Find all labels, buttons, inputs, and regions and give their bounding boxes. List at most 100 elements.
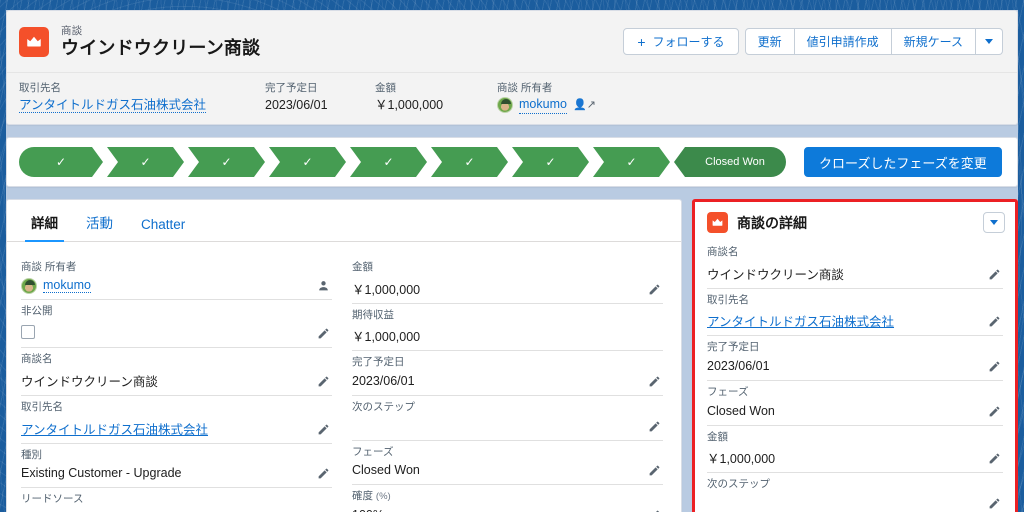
- app-viewport: 商談 ウインドウクリーン商談 + フォローする 更新 値引申請作成 新規ケース: [6, 10, 1018, 512]
- header-field-account: 取引先名 アンタイトルドガス石油株式会社: [19, 82, 265, 114]
- pencil-icon[interactable]: [648, 283, 661, 296]
- sales-path: ✓ ✓ ✓ ✓ ✓ ✓ ✓ ✓ Closed Won クローズしたフェーズを変更: [6, 137, 1018, 187]
- new-case-button[interactable]: 新規ケース: [891, 28, 976, 55]
- record-header: 商談 ウインドウクリーン商談 + フォローする 更新 値引申請作成 新規ケース: [6, 10, 1018, 125]
- path-step-7[interactable]: ✓: [512, 147, 589, 177]
- field-label: 商談 所有者: [21, 261, 77, 273]
- detail-columns: 商談 所有者 mokumo 非公開 商談名 ウインドウクリーン商談 取引先名 ア…: [7, 242, 681, 512]
- field-type: 種別 Existing Customer - Upgrade: [21, 444, 332, 489]
- pencil-icon[interactable]: [648, 464, 661, 477]
- field-label: フェーズ: [352, 445, 394, 458]
- field-label: 確度 (%): [352, 489, 663, 504]
- field-amount: 金額 ￥1,000,000: [352, 256, 663, 304]
- tab-activity[interactable]: 活動: [72, 212, 127, 241]
- field-value: Existing Customer - Upgrade: [21, 466, 182, 481]
- panel-field-close-date: 完了予定日 2023/06/01: [707, 336, 1003, 382]
- pencil-icon[interactable]: [988, 452, 1001, 465]
- pencil-icon[interactable]: [317, 423, 330, 436]
- path-step-5[interactable]: ✓: [350, 147, 427, 177]
- pencil-icon[interactable]: [988, 360, 1001, 373]
- header-field-amount: 金額 ￥1,000,000: [375, 82, 497, 114]
- owner-name-link[interactable]: mokumo: [519, 97, 567, 114]
- pencil-icon[interactable]: [988, 315, 1001, 328]
- pencil-icon[interactable]: [317, 327, 330, 340]
- path-step-6[interactable]: ✓: [431, 147, 508, 177]
- account-name-link[interactable]: アンタイトルドガス石油株式会社: [19, 98, 207, 114]
- pencil-icon[interactable]: [317, 467, 330, 480]
- update-button[interactable]: 更新: [744, 28, 795, 55]
- detail-column-right: 金額 ￥1,000,000 期待収益 ￥1,000,000 完了予定日 2023…: [352, 256, 663, 512]
- avatar: [497, 97, 513, 114]
- field-value: ￥1,000,000: [707, 452, 776, 467]
- pencil-icon[interactable]: [988, 405, 1001, 418]
- check-icon: ✓: [383, 155, 394, 169]
- field-close-date: 完了予定日 2023/06/01: [352, 351, 663, 397]
- path-step-2[interactable]: ✓: [107, 147, 184, 177]
- field-value: Closed Won: [352, 463, 420, 478]
- field-label: 非公開: [21, 304, 53, 317]
- header-field-label: 完了予定日: [265, 82, 318, 94]
- header-field-label: 金額: [375, 82, 396, 94]
- panel-field-next-step: 次のステップ: [707, 473, 1003, 512]
- page-title: ウインドウクリーン商談: [61, 37, 261, 58]
- path-step-closed-won[interactable]: Closed Won: [674, 147, 786, 177]
- field-label: フェーズ: [707, 386, 749, 399]
- header-field-close-date: 完了予定日 2023/06/01: [265, 82, 375, 114]
- path-step-8[interactable]: ✓: [593, 147, 670, 177]
- header-button-group: 更新 値引申請作成 新規ケース: [744, 28, 1003, 55]
- path-steps: ✓ ✓ ✓ ✓ ✓ ✓ ✓ ✓ Closed Won: [19, 147, 790, 177]
- path-step-4[interactable]: ✓: [269, 147, 346, 177]
- private-checkbox[interactable]: [21, 325, 35, 340]
- check-icon: ✓: [55, 155, 67, 169]
- field-label: 完了予定日: [707, 341, 760, 354]
- field-label: リードソース: [21, 493, 84, 506]
- tab-chatter[interactable]: Chatter: [127, 217, 199, 241]
- detail-tabs: 詳細 活動 Chatter: [7, 200, 681, 242]
- field-label-unit: (%): [375, 491, 391, 503]
- field-label: 取引先名: [707, 293, 749, 306]
- check-icon: ✓: [302, 155, 313, 169]
- path-step-3[interactable]: ✓: [188, 147, 265, 177]
- tab-details[interactable]: 詳細: [21, 212, 72, 242]
- change-closed-stage-button[interactable]: クローズしたフェーズを変更: [804, 147, 1002, 177]
- follow-button-label: フォローする: [652, 35, 725, 49]
- panel-title: 商談の詳細: [737, 214, 807, 231]
- pencil-icon[interactable]: [317, 375, 330, 388]
- pencil-icon[interactable]: [988, 497, 1001, 510]
- pencil-icon[interactable]: [648, 375, 661, 388]
- field-label-main: 確度: [352, 490, 373, 503]
- more-actions-button[interactable]: [976, 28, 1003, 55]
- account-name-link[interactable]: アンタイトルドガス石油株式会社: [21, 423, 208, 437]
- pencil-icon[interactable]: [988, 268, 1001, 281]
- field-opportunity-owner: 商談 所有者 mokumo: [21, 256, 332, 300]
- panel-fields: 商談名 ウインドウクリーン商談 取引先名 アンタイトルドガス石油株式会社 完了予…: [695, 241, 1015, 512]
- field-label: 次のステップ: [707, 478, 770, 491]
- field-label: 金額: [707, 430, 728, 443]
- panel-menu-button[interactable]: [983, 212, 1005, 233]
- header-field-value: 2023/06/01: [265, 98, 328, 113]
- crown-icon: [707, 212, 728, 233]
- field-value: 2023/06/01: [352, 374, 415, 389]
- field-expected-revenue: 期待収益 ￥1,000,000: [352, 304, 663, 352]
- path-step-1[interactable]: ✓: [19, 147, 103, 177]
- change-owner-icon[interactable]: 👤↗: [573, 99, 596, 113]
- header-actions: + フォローする 更新 値引申請作成 新規ケース: [623, 28, 1003, 55]
- pencil-icon[interactable]: [648, 420, 661, 433]
- field-label: 金額: [352, 261, 373, 273]
- panel-field-account-name: 取引先名 アンタイトルドガス石油株式会社: [707, 289, 1003, 337]
- record-header-top: 商談 ウインドウクリーン商談 + フォローする 更新 値引申請作成 新規ケース: [7, 11, 1017, 73]
- account-name-link[interactable]: アンタイトルドガス石油株式会社: [707, 315, 894, 329]
- chevron-down-icon: [990, 220, 998, 225]
- field-account-name: 取引先名 アンタイトルドガス石油株式会社: [21, 396, 332, 444]
- field-label: 種別: [21, 448, 42, 461]
- record-detail-card: 詳細 活動 Chatter 商談 所有者 mokumo 非公開 商談名 ウインド…: [6, 199, 682, 512]
- crown-icon: [19, 26, 49, 57]
- panel-header: 商談の詳細: [695, 202, 1015, 241]
- change-owner-icon[interactable]: [317, 279, 330, 292]
- plus-icon: +: [637, 33, 646, 50]
- follow-button[interactable]: + フォローする: [623, 28, 739, 55]
- create-discount-request-button[interactable]: 値引申請作成: [794, 28, 892, 55]
- header-field-owner: 商談 所有者 mokumo 👤↗: [497, 82, 697, 114]
- owner-name-link[interactable]: mokumo: [43, 278, 91, 294]
- field-value: [707, 496, 1003, 512]
